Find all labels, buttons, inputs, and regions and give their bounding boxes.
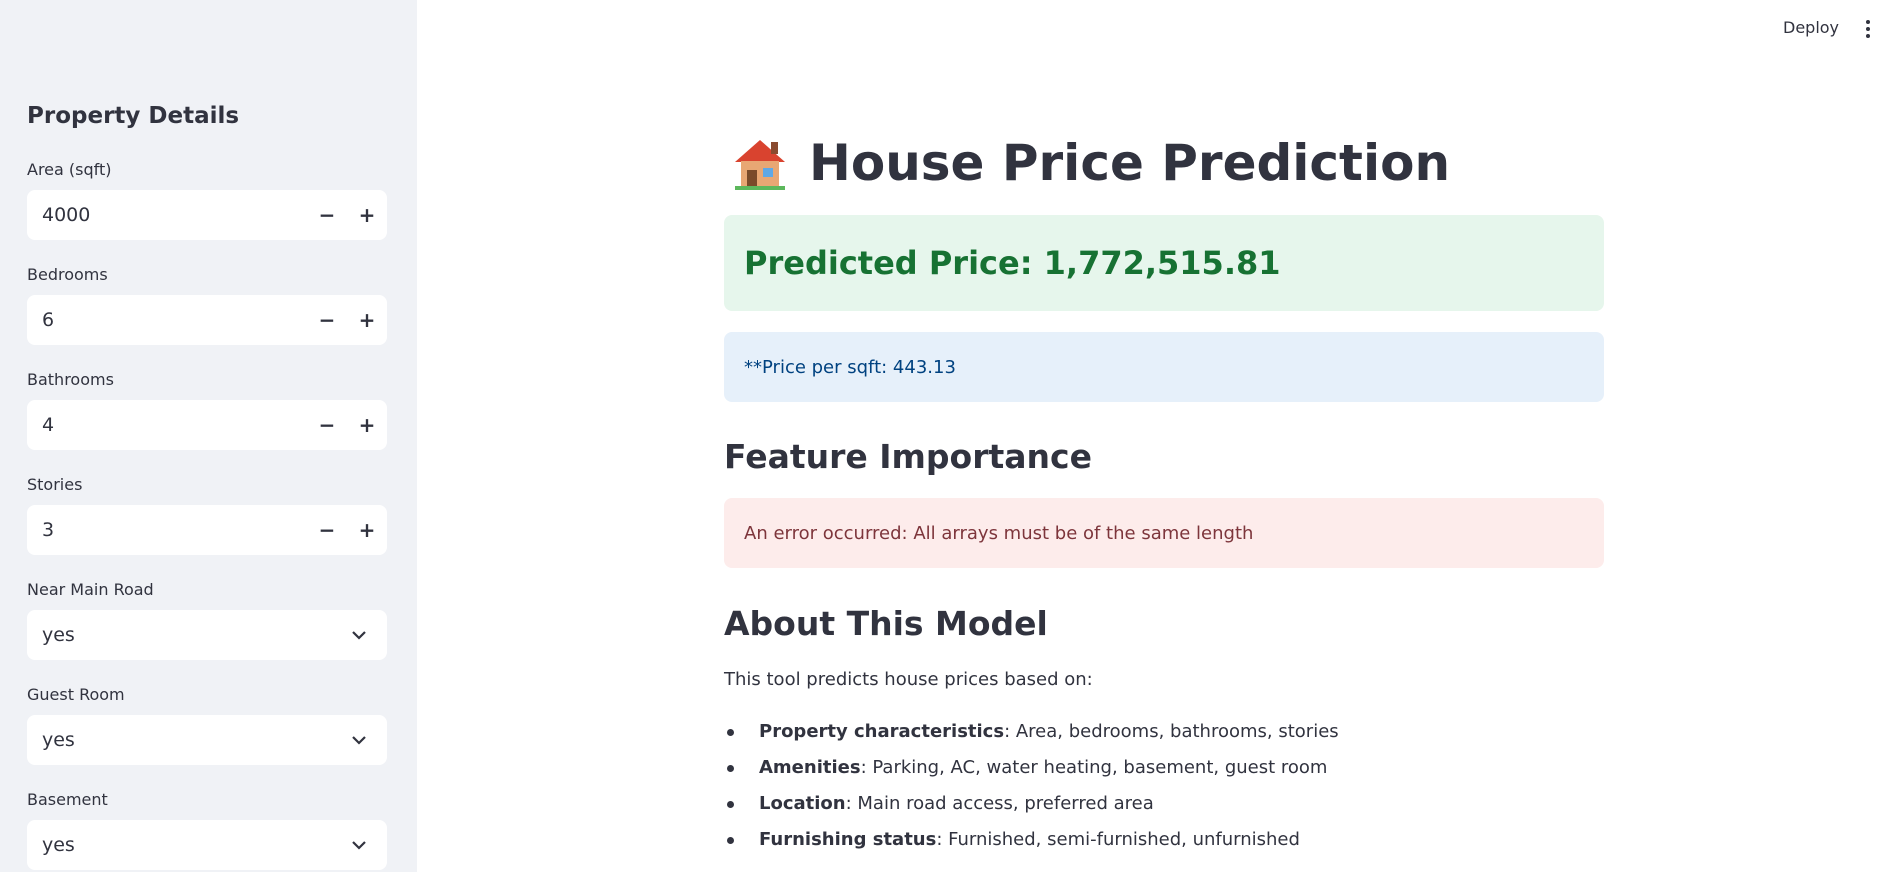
area-increment-button[interactable]: + <box>347 190 387 240</box>
list-item: Property characteristics: Area, bedrooms… <box>724 714 1339 750</box>
basement-select[interactable]: yes <box>27 820 387 870</box>
bedrooms-field: Bedrooms 6 − + <box>27 263 387 345</box>
guest-room-value[interactable]: yes <box>42 729 339 751</box>
main-road-field: Near Main Road yes <box>27 578 387 660</box>
main-road-value[interactable]: yes <box>42 624 339 646</box>
stories-label: Stories <box>27 475 83 494</box>
page-title: House Price Prediction <box>731 128 1450 198</box>
chevron-down-icon[interactable] <box>339 715 379 765</box>
guest-room-select[interactable]: yes <box>27 715 387 765</box>
price-per-sqft-info-alert: **Price per sqft: 443.13 <box>724 332 1604 402</box>
list-item: Furnishing status: Furnished, semi-furni… <box>724 822 1339 858</box>
bedrooms-number-input[interactable]: 6 − + <box>27 295 387 345</box>
bathrooms-decrement-button[interactable]: − <box>307 400 347 450</box>
guest-room-label: Guest Room <box>27 685 125 704</box>
list-item: Location: Main road access, preferred ar… <box>724 786 1339 822</box>
bedrooms-label: Bedrooms <box>27 265 108 284</box>
bathrooms-increment-button[interactable]: + <box>347 400 387 450</box>
bathrooms-value[interactable]: 4 <box>42 414 307 436</box>
stories-value[interactable]: 3 <box>42 519 307 541</box>
about-heading: About This Model <box>724 604 1048 643</box>
stories-number-input[interactable]: 3 − + <box>27 505 387 555</box>
prediction-success-alert: Predicted Price: 1,772,515.81 <box>724 215 1604 311</box>
basement-label: Basement <box>27 790 108 809</box>
bullet-label: Property characteristics <box>759 721 1005 742</box>
bullet-text: : Furnished, semi-furnished, unfurnished <box>936 829 1300 850</box>
bullet-text: : Main road access, preferred area <box>845 793 1154 814</box>
stories-increment-button[interactable]: + <box>347 505 387 555</box>
page-title-text: House Price Prediction <box>809 134 1451 192</box>
bedrooms-increment-button[interactable]: + <box>347 295 387 345</box>
bullet-label: Location <box>759 793 846 814</box>
basement-value[interactable]: yes <box>42 834 339 856</box>
more-menu-icon[interactable] <box>1862 18 1874 40</box>
main-road-label: Near Main Road <box>27 580 154 599</box>
price-per-sqft-text: **Price per sqft: 443.13 <box>744 356 956 378</box>
stories-field: Stories 3 − + <box>27 473 387 555</box>
bathrooms-label: Bathrooms <box>27 370 114 389</box>
house-icon <box>731 134 789 192</box>
bathrooms-field: Bathrooms 4 − + <box>27 368 387 450</box>
main-road-select[interactable]: yes <box>27 610 387 660</box>
menu-dot <box>1866 20 1870 24</box>
bedrooms-value[interactable]: 6 <box>42 309 307 331</box>
area-label: Area (sqft) <box>27 160 112 179</box>
area-value[interactable]: 4000 <box>42 204 307 226</box>
chevron-down-icon[interactable] <box>339 820 379 870</box>
error-message-text: An error occurred: All arrays must be of… <box>744 522 1254 544</box>
bullet-label: Amenities <box>759 757 861 778</box>
area-number-input[interactable]: 4000 − + <box>27 190 387 240</box>
sidebar-title: Property Details <box>27 103 240 129</box>
chevron-down-icon[interactable] <box>339 610 379 660</box>
stories-decrement-button[interactable]: − <box>307 505 347 555</box>
bullet-text: : Parking, AC, water heating, basement, … <box>860 757 1328 778</box>
list-item: Amenities: Parking, AC, water heating, b… <box>724 750 1339 786</box>
bullet-label: Furnishing status <box>759 829 937 850</box>
menu-dot <box>1866 34 1870 38</box>
menu-dot <box>1866 27 1870 31</box>
basement-field: Basement yes <box>27 788 387 870</box>
bullet-text: : Area, bedrooms, bathrooms, stories <box>1004 721 1339 742</box>
bathrooms-number-input[interactable]: 4 − + <box>27 400 387 450</box>
area-field: Area (sqft) 4000 − + <box>27 158 387 240</box>
about-bullet-list: Property characteristics: Area, bedrooms… <box>724 714 1339 858</box>
feature-importance-heading: Feature Importance <box>724 437 1092 476</box>
area-decrement-button[interactable]: − <box>307 190 347 240</box>
about-intro-text: This tool predicts house prices based on… <box>724 669 1093 690</box>
bedrooms-decrement-button[interactable]: − <box>307 295 347 345</box>
predicted-price-text: Predicted Price: 1,772,515.81 <box>744 244 1281 282</box>
guest-room-field: Guest Room yes <box>27 683 387 765</box>
sidebar: Property Details Area (sqft) 4000 − + Be… <box>0 0 417 872</box>
error-alert: An error occurred: All arrays must be of… <box>724 498 1604 568</box>
deploy-button[interactable]: Deploy <box>1783 18 1839 37</box>
